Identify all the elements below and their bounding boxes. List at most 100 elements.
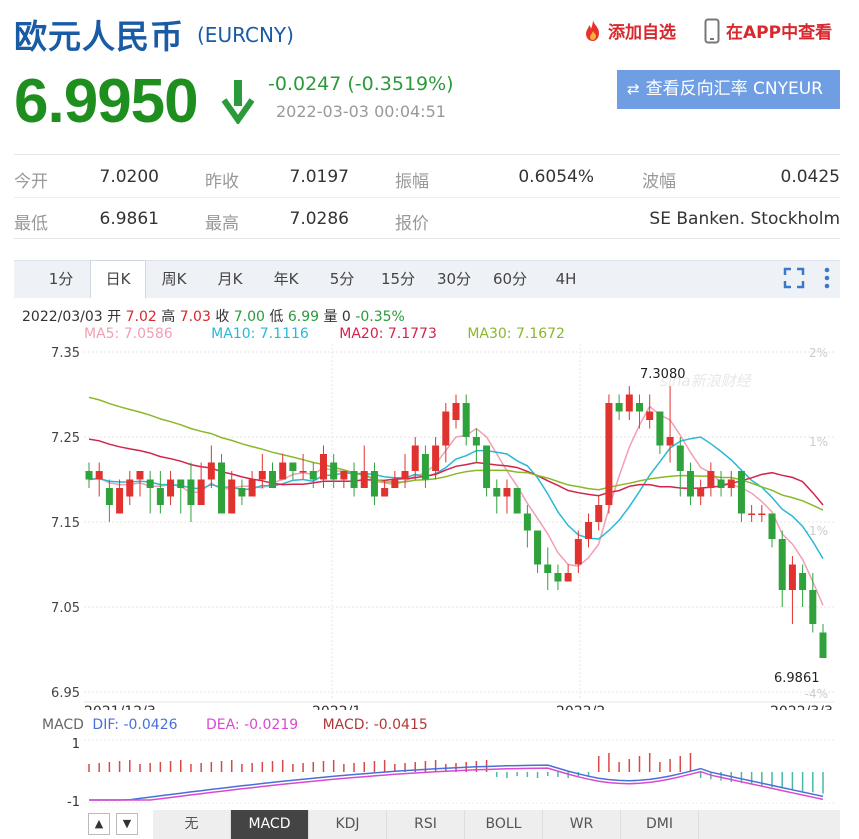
quote-page: 欧元人民币 (EURCNY) 添加自选 在APP中查看 6.9950 -0.02… bbox=[0, 0, 859, 839]
candle bbox=[554, 564, 562, 590]
candle bbox=[391, 471, 399, 488]
tab-4h[interactable]: 4H bbox=[538, 261, 594, 298]
y-tick-label: 7.05 bbox=[51, 601, 80, 616]
candle-body bbox=[503, 488, 511, 497]
candle bbox=[289, 462, 297, 480]
candle-body bbox=[452, 403, 460, 420]
candle-body bbox=[523, 513, 531, 531]
candle-body bbox=[778, 539, 786, 590]
candle-body bbox=[544, 564, 552, 573]
candle bbox=[799, 564, 807, 607]
candle-body bbox=[676, 445, 684, 471]
pct-tick-label: -1% bbox=[805, 524, 828, 538]
candle-body bbox=[116, 488, 124, 514]
candle-body bbox=[727, 479, 735, 488]
x-tick-label: 2022/3/3 bbox=[770, 704, 833, 710]
candle-body bbox=[513, 488, 521, 514]
phone-icon bbox=[704, 18, 720, 44]
indicator-tab-kdj[interactable]: KDJ bbox=[309, 810, 387, 839]
pct-tick-label: 2% bbox=[809, 346, 828, 360]
indicator-tab-wr[interactable]: WR bbox=[543, 810, 621, 839]
candle-body bbox=[554, 573, 562, 582]
candle-body bbox=[615, 403, 623, 412]
candle bbox=[218, 454, 226, 514]
tab-60min[interactable]: 60分 bbox=[482, 261, 538, 298]
kline-chart[interactable]: 7.357.257.157.056.952%1%-1%-4%sina新浪财经7.… bbox=[0, 340, 859, 710]
tab-monthly[interactable]: 月K bbox=[202, 261, 258, 298]
info-close: 7.00 bbox=[233, 309, 265, 325]
candle-body bbox=[432, 445, 440, 471]
title-row: 欧元人民币 (EURCNY) 添加自选 在APP中查看 bbox=[14, 6, 844, 56]
view-in-app-button[interactable]: 在APP中查看 bbox=[704, 18, 832, 44]
indicator-tab-dmi[interactable]: DMI bbox=[621, 810, 699, 839]
pct-tick-label: -4% bbox=[805, 687, 828, 701]
candle bbox=[421, 445, 429, 488]
stat-value-quote-source: SE Banken. Stockholm bbox=[649, 209, 840, 229]
x-tick-label: 2022/2 bbox=[556, 704, 605, 710]
candle bbox=[279, 454, 287, 480]
stat-value-range: 0.0425 bbox=[780, 167, 840, 187]
fullscreen-icon[interactable] bbox=[783, 267, 805, 289]
add-favorite-button[interactable]: 添加自选 bbox=[582, 18, 676, 43]
candle bbox=[360, 445, 368, 488]
candle-body bbox=[269, 471, 276, 488]
reverse-rate-button[interactable]: ⇄ 查看反向汇率 CNYEUR bbox=[617, 70, 840, 109]
info-high-label: 高 bbox=[161, 309, 176, 325]
scroll-down-button[interactable]: ▼ bbox=[116, 813, 138, 835]
candle bbox=[819, 624, 827, 658]
candle bbox=[197, 462, 205, 505]
scroll-up-button[interactable]: ▲ bbox=[88, 813, 110, 835]
candle bbox=[544, 547, 552, 590]
candle bbox=[513, 488, 521, 514]
stat-value-amplitude: 0.6054% bbox=[518, 167, 594, 187]
candle-body bbox=[248, 479, 256, 497]
candle bbox=[686, 462, 694, 505]
candle-body bbox=[156, 488, 164, 505]
stat-value-prev-close: 7.0197 bbox=[289, 167, 349, 187]
candle-body bbox=[146, 479, 154, 488]
tab-5min[interactable]: 5分 bbox=[314, 261, 370, 298]
candle bbox=[503, 479, 511, 514]
indicator-tab-rsi[interactable]: RSI bbox=[387, 810, 465, 839]
candle-body bbox=[330, 462, 338, 480]
candle bbox=[126, 471, 134, 505]
view-in-app-label: 在APP中查看 bbox=[726, 23, 833, 43]
macd-y-top: 1 bbox=[72, 737, 80, 752]
candle bbox=[646, 394, 654, 429]
tab-1min[interactable]: 1分 bbox=[32, 261, 90, 298]
candle bbox=[370, 462, 378, 505]
y-tick-label: 7.15 bbox=[51, 516, 80, 531]
info-pct: -0.35% bbox=[355, 309, 405, 325]
tab-daily[interactable]: 日K bbox=[90, 260, 146, 298]
candle-body bbox=[411, 445, 419, 471]
candle-body bbox=[707, 471, 715, 488]
more-icon[interactable] bbox=[824, 267, 830, 289]
candle bbox=[248, 471, 256, 497]
candle bbox=[411, 437, 419, 480]
info-high: 7.03 bbox=[179, 309, 211, 325]
indicator-tab-boll[interactable]: BOLL bbox=[465, 810, 543, 839]
y-tick-label: 6.95 bbox=[51, 686, 80, 701]
candle bbox=[167, 471, 175, 505]
tab-15min[interactable]: 15分 bbox=[370, 261, 426, 298]
candle bbox=[187, 462, 195, 522]
stats-table: 今开 7.0200 昨收 7.0197 振幅 0.6054% 波幅 0.0425… bbox=[14, 154, 840, 239]
tab-yearly[interactable]: 年K bbox=[258, 261, 314, 298]
candle-body bbox=[350, 471, 358, 488]
y-tick-label: 7.25 bbox=[51, 431, 80, 446]
candle bbox=[727, 471, 735, 497]
candle bbox=[717, 471, 725, 497]
tab-30min[interactable]: 30分 bbox=[426, 261, 482, 298]
tab-weekly[interactable]: 周K bbox=[146, 261, 202, 298]
indicator-tab-macd[interactable]: MACD bbox=[231, 810, 309, 839]
candle-body bbox=[656, 411, 664, 446]
indicator-tab-none[interactable]: 无 bbox=[153, 810, 231, 839]
indicator-tabs: 无 MACD KDJ RSI BOLL WR DMI bbox=[153, 810, 840, 839]
candle-body bbox=[809, 590, 817, 624]
candle bbox=[462, 394, 470, 446]
exchange-icon: ⇄ bbox=[627, 80, 640, 98]
stat-value-high: 7.0286 bbox=[289, 209, 349, 229]
candle bbox=[625, 386, 633, 420]
candle-body bbox=[717, 479, 725, 488]
candle-body bbox=[207, 462, 215, 480]
